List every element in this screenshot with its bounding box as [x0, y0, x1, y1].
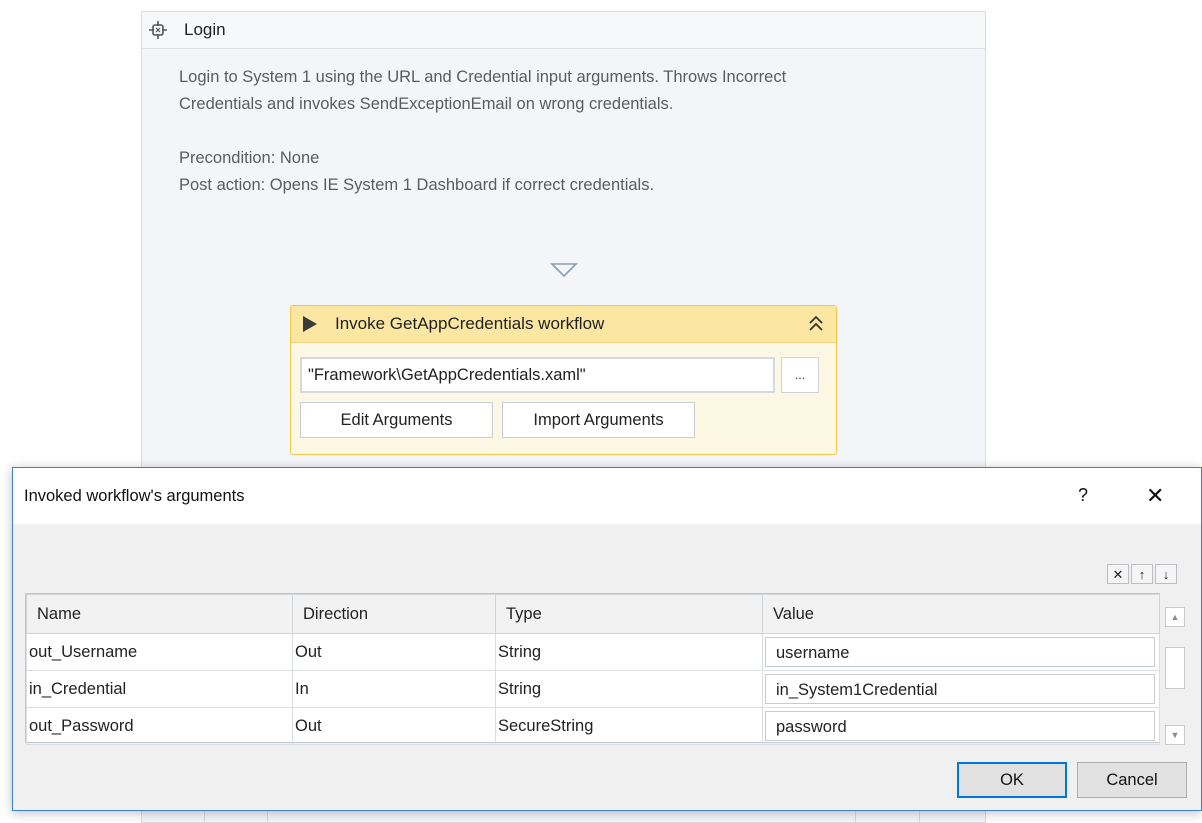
annotation-line: Login to System 1 using the URL and Cred…	[179, 68, 787, 86]
dialog-title: Invoked workflow's arguments	[24, 487, 245, 505]
argument-value-input[interactable]: in_System1Credential	[765, 674, 1155, 704]
grid-header-row: Name Direction Type Value	[26, 594, 1160, 634]
ok-button[interactable]: OK	[957, 762, 1067, 798]
column-header-name[interactable]: Name	[26, 594, 293, 634]
collapse-chevron-icon[interactable]	[808, 315, 824, 333]
invoked-arguments-dialog[interactable]: Invoked workflow's arguments ? ✕ ✕ ↑ ↓ N…	[12, 467, 1202, 811]
scroll-up-icon[interactable]: ▲	[1165, 607, 1185, 627]
argument-value-input[interactable]: username	[765, 637, 1155, 667]
delete-argument-icon[interactable]: ✕	[1107, 564, 1129, 584]
cancel-button[interactable]: Cancel	[1077, 762, 1187, 798]
scroll-down-icon[interactable]: ▼	[1165, 725, 1185, 745]
argument-name[interactable]: in_Credential	[26, 670, 293, 708]
table-row[interactable]: out_Username Out String username	[26, 633, 1160, 671]
invoke-header: Invoke GetAppCredentials workflow	[291, 306, 836, 343]
scroll-thumb[interactable]	[1165, 647, 1185, 689]
invoke-workflow-activity[interactable]: Invoke GetAppCredentials workflow "Frame…	[290, 305, 837, 455]
import-arguments-button[interactable]: Import Arguments	[502, 402, 695, 438]
grid-scrollbar[interactable]: ▲ ▼	[1165, 607, 1185, 745]
dialog-titlebar: Invoked workflow's arguments ? ✕	[13, 468, 1201, 524]
argument-direction[interactable]: In	[292, 670, 496, 708]
drop-arrow-icon	[550, 263, 578, 278]
table-row[interactable]: out_Password Out SecureString password	[26, 707, 1160, 745]
argument-type[interactable]: String	[495, 633, 763, 671]
argument-value-input[interactable]: password	[765, 711, 1155, 741]
move-up-icon[interactable]: ↑	[1131, 564, 1153, 584]
argument-name[interactable]: out_Username	[26, 633, 293, 671]
annotation[interactable]: Login to System 1 using the URL and Cred…	[179, 64, 969, 199]
annotation-line: Precondition: None	[179, 149, 320, 167]
argument-type[interactable]: SecureString	[495, 707, 763, 745]
argument-direction[interactable]: Out	[292, 707, 496, 745]
argument-name[interactable]: out_Password	[26, 707, 293, 745]
column-header-type[interactable]: Type	[495, 594, 763, 634]
annotation-line: Post action: Opens IE System 1 Dashboard…	[179, 176, 655, 194]
column-header-direction[interactable]: Direction	[292, 594, 496, 634]
table-row[interactable]: in_Credential In String in_System1Creden…	[26, 670, 1160, 708]
argument-type[interactable]: String	[495, 670, 763, 708]
column-header-value[interactable]: Value	[762, 594, 1160, 634]
sequence-icon	[149, 21, 167, 39]
argument-direction[interactable]: Out	[292, 633, 496, 671]
arguments-grid[interactable]: Name Direction Type Value out_Username O…	[25, 593, 1160, 745]
close-button[interactable]: ✕	[1146, 483, 1164, 509]
invoke-title: Invoke GetAppCredentials workflow	[335, 314, 605, 333]
sequence-header: Login	[142, 12, 985, 49]
annotation-line: Credentials and invokes SendExceptionEma…	[179, 95, 674, 113]
workflow-file-path-input[interactable]: "Framework\GetAppCredentials.xaml"	[300, 357, 775, 393]
edit-arguments-button[interactable]: Edit Arguments	[300, 402, 493, 438]
argument-toolbar: ✕ ↑ ↓	[1107, 564, 1180, 586]
play-icon	[303, 316, 317, 332]
move-down-icon[interactable]: ↓	[1155, 564, 1177, 584]
sequence-title: Login	[184, 20, 226, 39]
help-button[interactable]: ?	[1078, 485, 1088, 506]
browse-button[interactable]: ...	[781, 357, 819, 393]
